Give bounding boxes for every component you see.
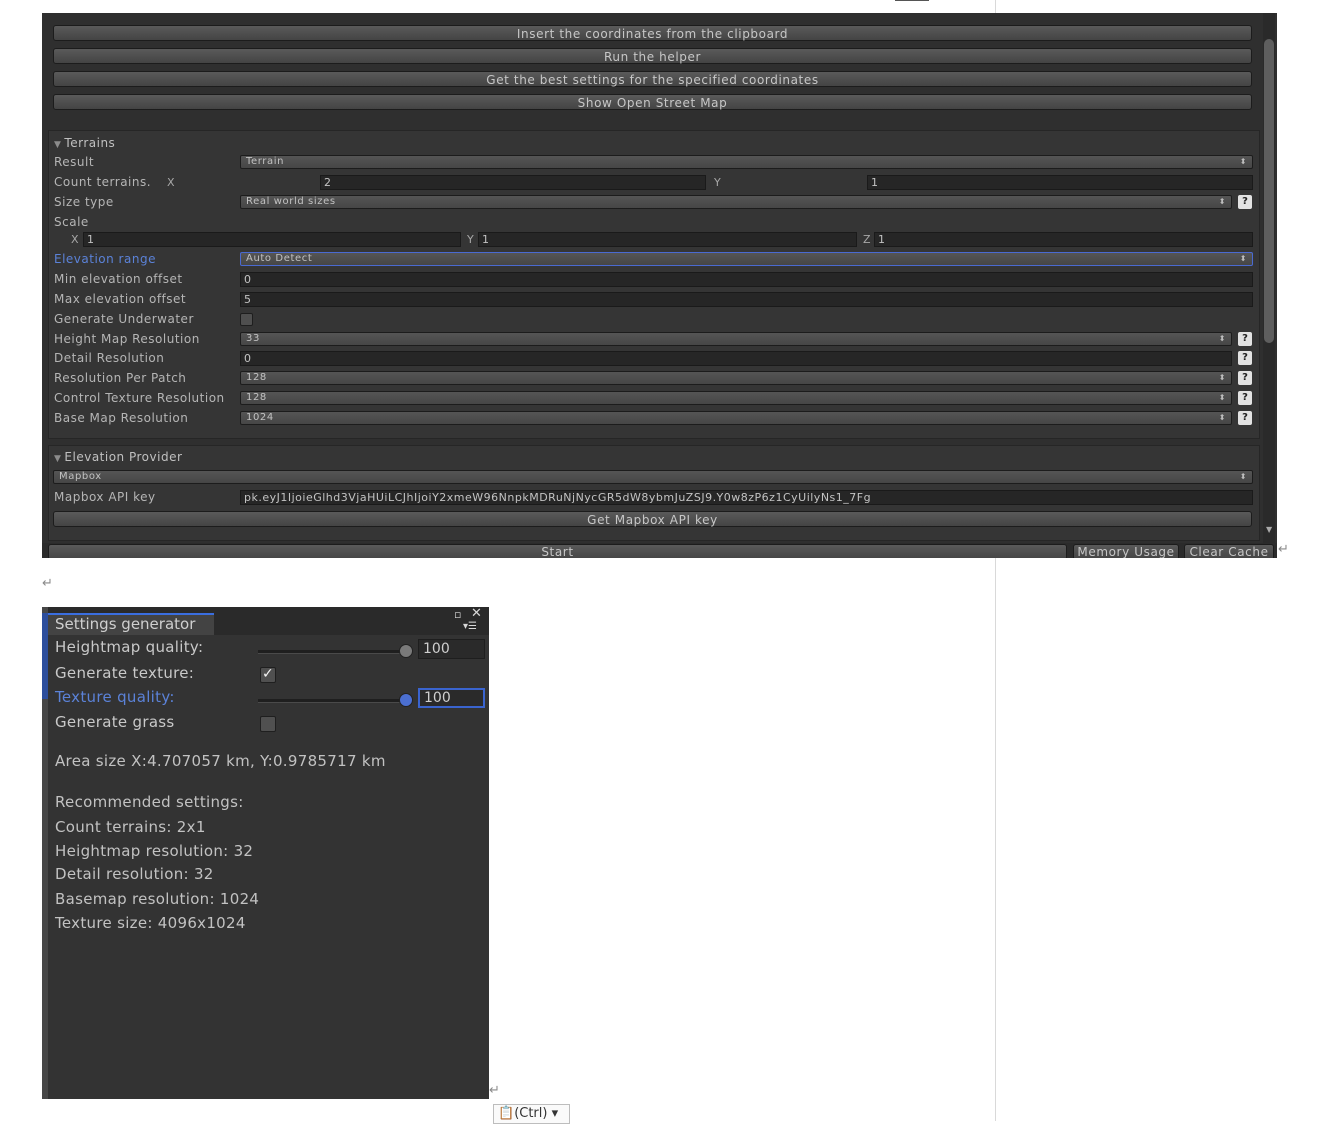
height-map-res-dropdown[interactable]: 33 ⬍ [240,332,1232,346]
tab-settings-generator[interactable]: Settings generator [48,613,214,635]
result-dropdown[interactable]: Terrain ⬍ [240,155,1253,169]
texture-quality-label: Texture quality: [55,688,175,706]
recommended-texture-size: Texture size: 4096x1024 [55,914,246,932]
window-menu-icon[interactable]: ▾☰ [463,621,477,632]
count-x-label: X [167,176,175,189]
get-api-key-button[interactable]: Get Mapbox API key [53,511,1252,527]
scale-x-label: X [71,233,79,246]
generate-grass-checkbox[interactable] [260,716,276,732]
foldout-triangle-icon: ▼ [54,140,62,150]
generate-texture-checkbox[interactable]: ✓ [260,666,276,683]
paragraph-mark: ↵ [1278,542,1289,557]
clipboard-icon: 📋 [498,1106,515,1121]
run-helper-button[interactable]: Run the helper [53,48,1252,64]
heightmap-quality-label: Heightmap quality: [55,638,204,656]
base-map-res-label: Base Map Resolution [54,411,189,425]
elevation-provider-dropdown[interactable]: Mapbox ⬍ [53,470,1253,484]
api-key-label: Mapbox API key [54,490,156,504]
elevation-provider-foldout[interactable]: ▼ Elevation Provider [54,450,182,464]
maximize-icon[interactable]: ▫ [454,609,461,620]
chevron-down-icon: ▾ [547,1106,559,1121]
heightmap-quality-input[interactable]: 100 [418,639,485,659]
paragraph-mark: ↵ [42,576,53,591]
area-size-text: Area size X:4.707057 km, Y:0.9785717 km [55,752,386,770]
recommended-header: Recommended settings: [55,793,244,811]
scale-x-field[interactable]: 1 [83,232,461,247]
scale-label: Scale [54,215,89,229]
height-map-help-icon[interactable]: ? [1238,332,1252,346]
recommended-heightmap-res: Heightmap resolution: 32 [55,842,254,860]
page-top-mark [895,0,929,1]
heightmap-quality-slider-knob[interactable] [399,644,413,658]
count-y-field[interactable]: 1 [867,175,1253,190]
scale-y-field[interactable]: 1 [478,232,857,247]
detail-res-help-icon[interactable]: ? [1238,351,1252,365]
paragraph-mark: ↵ [489,1083,500,1098]
settings-generator-window: Settings generator ▫ ✕ ▾☰ Heightmap qual… [42,607,489,1099]
max-elevation-field[interactable]: 5 [240,292,1253,307]
checkmark-icon: ✓ [262,666,274,682]
scroll-down-arrow-icon[interactable]: ▼ [1266,525,1272,534]
dropdown-arrow-icon: ⬍ [1239,472,1247,481]
dropdown-arrow-icon: ⬍ [1218,197,1226,206]
memory-usage-button[interactable]: Memory Usage [1073,544,1179,558]
api-key-field[interactable]: pk.eyJ1IjoieGlhd3VjaHUiLCJhIjoiY2xmeW96N… [240,490,1253,505]
scale-z-label: Z [863,233,871,246]
dropdown-arrow-icon: ⬍ [1239,254,1247,263]
res-per-patch-help-icon[interactable]: ? [1238,371,1252,385]
height-map-res-label: Height Map Resolution [54,332,200,346]
best-settings-button[interactable]: Get the best settings for the specified … [53,71,1252,87]
res-per-patch-label: Resolution Per Patch [54,371,187,385]
size-type-dropdown[interactable]: Real world sizes ⬍ [240,195,1232,209]
foldout-triangle-icon: ▼ [54,454,62,464]
heightmap-quality-slider[interactable] [258,650,408,654]
dropdown-arrow-icon: ⬍ [1218,393,1226,402]
show-osm-button[interactable]: Show Open Street Map [53,94,1252,110]
generate-underwater-checkbox[interactable] [240,313,253,326]
detail-res-label: Detail Resolution [54,351,165,365]
generate-texture-label: Generate texture: [55,664,195,682]
size-type-help-icon[interactable]: ? [1238,195,1252,209]
count-y-label: Y [714,176,721,189]
close-icon[interactable]: ✕ [471,607,482,620]
texture-quality-input[interactable]: 100 [418,688,485,708]
generate-grass-label: Generate grass [55,713,175,731]
dropdown-arrow-icon: ⬍ [1218,334,1226,343]
control-tex-res-dropdown[interactable]: 128 ⬍ [240,391,1232,405]
count-x-field[interactable]: 2 [320,175,706,190]
insert-coordinates-button[interactable]: Insert the coordinates from the clipboar… [53,25,1252,41]
min-elevation-field[interactable]: 0 [240,272,1253,287]
res-per-patch-dropdown[interactable]: 128 ⬍ [240,371,1232,385]
terrain-generator-inspector: Insert the coordinates from the clipboar… [42,13,1277,558]
detail-res-field[interactable]: 0 [240,351,1232,366]
scrollbar-thumb[interactable] [1264,39,1274,343]
recommended-detail-res: Detail resolution: 32 [55,865,214,883]
control-tex-res-label: Control Texture Resolution [54,391,225,405]
base-map-help-icon[interactable]: ? [1238,411,1252,425]
texture-quality-slider[interactable] [258,699,408,703]
elevation-range-label: Elevation range [54,252,156,266]
scale-z-field[interactable]: 1 [874,232,1253,247]
elevation-range-dropdown[interactable]: Auto Detect ⬍ [240,252,1253,266]
terrains-foldout[interactable]: ▼ Terrains [54,136,115,150]
result-label: Result [54,155,95,169]
size-type-label: Size type [54,195,114,209]
paste-options-badge[interactable]: 📋(Ctrl) ▾ [493,1104,570,1124]
texture-quality-slider-knob[interactable] [399,693,413,707]
start-button[interactable]: Start [48,544,1067,558]
generate-underwater-label: Generate Underwater [54,312,194,326]
max-elevation-label: Max elevation offset [54,292,187,306]
clear-cache-button[interactable]: Clear Cache [1184,544,1274,558]
dropdown-arrow-icon: ⬍ [1218,373,1226,382]
control-tex-help-icon[interactable]: ? [1238,391,1252,405]
base-map-res-dropdown[interactable]: 1024 ⬍ [240,411,1232,425]
scale-y-label: Y [467,233,474,246]
recommended-count-terrains: Count terrains: 2x1 [55,818,206,836]
min-elevation-label: Min elevation offset [54,272,183,286]
dropdown-arrow-icon: ⬍ [1218,413,1226,422]
count-terrains-label: Count terrains. [54,175,152,189]
recommended-basemap-res: Basemap resolution: 1024 [55,890,260,908]
dropdown-arrow-icon: ⬍ [1239,157,1247,166]
